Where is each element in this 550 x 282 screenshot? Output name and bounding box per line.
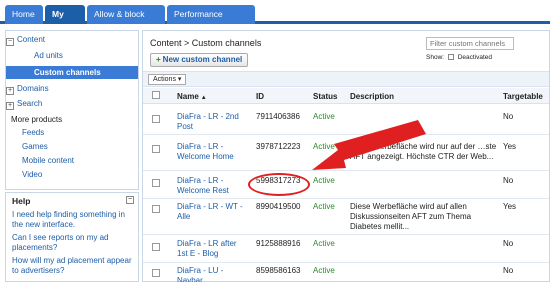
row-checkbox[interactable]: [152, 179, 160, 187]
row-checkbox[interactable]: [152, 243, 160, 251]
actions-toolbar: Actions ▾: [143, 71, 549, 87]
column-header-name[interactable]: Name ▲: [177, 92, 207, 101]
actions-dropdown[interactable]: Actions ▾: [148, 74, 187, 85]
channel-name-link[interactable]: DiaFra - LU - Navbar: [177, 266, 249, 282]
tab-my-ads[interactable]: My ads: [45, 5, 85, 38]
row-checkbox[interactable]: [152, 205, 160, 213]
tab-home[interactable]: Home: [5, 5, 43, 24]
channel-name-link[interactable]: DiaFra - LR - Welcome Home: [177, 142, 249, 162]
table-header: Name ▲ ID Status Description Targetable: [143, 88, 549, 104]
sidebar-item-label: Search: [17, 99, 43, 108]
deactivated-label: Deactivated: [457, 54, 493, 61]
sidebar-item-ad-units[interactable]: Ad units: [6, 49, 138, 62]
sidebar-item-label: Content: [17, 35, 46, 44]
channel-id: 8598586163: [256, 266, 301, 275]
targetable-value: Yes: [503, 142, 517, 151]
table-row: DiaFra - LU - Navbar 8598586163 Active N…: [143, 263, 549, 282]
channel-name-link[interactable]: DiaFra - LR - WT - Alle: [177, 202, 249, 222]
sidebar-item-content[interactable]: − Content: [6, 33, 138, 46]
sidebar-item-search[interactable]: + Search: [6, 97, 138, 110]
breadcrumb: Content > Custom channels: [150, 38, 262, 48]
annotation-arrow-icon: [312, 120, 426, 170]
collapse-icon[interactable]: −: [6, 38, 14, 46]
sidebar-item-label: Domains: [17, 84, 49, 93]
row-checkbox[interactable]: [152, 269, 160, 277]
expand-icon[interactable]: +: [6, 102, 14, 110]
column-header-targetable[interactable]: Targetable: [503, 92, 543, 101]
sidebar: − Content Ad units Custom channels + Domai…: [5, 30, 139, 190]
collapse-icon[interactable]: −: [126, 196, 134, 204]
row-checkbox[interactable]: [152, 115, 160, 123]
sidebar-item-feeds[interactable]: Feeds: [6, 126, 138, 139]
expand-icon[interactable]: +: [6, 87, 14, 95]
channel-id: 9125888916: [256, 239, 301, 248]
deactivated-checkbox[interactable]: [447, 54, 454, 60]
channel-name-link[interactable]: DiaFra - LR after 1st E - Blog: [177, 239, 249, 259]
sidebar-item-mobile-content[interactable]: Mobile content: [6, 154, 138, 167]
filter-input[interactable]: [426, 37, 514, 50]
channel-id: 7911406386: [256, 112, 300, 121]
channel-description: Diese Werbefläche wird auf allen Diskuss…: [350, 202, 472, 231]
channel-id: 8990419500: [256, 202, 301, 211]
targetable-value: No: [503, 176, 514, 185]
plus-icon: +: [156, 55, 161, 64]
table-row: DiaFra - LR - WT - Alle 8990419500 Activ…: [143, 199, 549, 235]
tab-allow-block-ads[interactable]: Allow & block ads: [87, 5, 165, 38]
select-all-checkbox[interactable]: [152, 91, 160, 99]
show-deactivated: Show: Deactivated: [426, 54, 492, 61]
help-link[interactable]: How will my ad placement appear to adver…: [12, 256, 138, 276]
help-title: Help: [12, 196, 31, 206]
column-header-description[interactable]: Description: [350, 92, 394, 101]
channel-id: 3978712223: [256, 142, 301, 151]
targetable-value: No: [503, 266, 514, 275]
targetable-value: No: [503, 239, 514, 248]
targetable-value: Yes: [503, 202, 517, 211]
column-header-status[interactable]: Status: [313, 92, 337, 101]
sidebar-item-video[interactable]: Video: [6, 168, 138, 181]
sidebar-item-domains[interactable]: + Domains: [6, 82, 138, 95]
column-label: Name: [177, 92, 199, 101]
targetable-value: No: [503, 112, 514, 121]
status-text: Active: [313, 202, 335, 211]
status-text: Active: [313, 239, 335, 248]
tab-performance-reports[interactable]: Performance reports: [167, 5, 255, 38]
help-panel: Help − I need help finding something in …: [5, 192, 139, 282]
table-row: DiaFra - LR after 1st E - Blog 912588891…: [143, 235, 549, 263]
more-products-heading: More products: [11, 115, 63, 124]
sort-ascending-icon: ▲: [200, 95, 207, 101]
channel-name-link[interactable]: DiaFra - LR - Welcome Rest: [177, 176, 249, 196]
top-nav: Home My ads Allow & block ads Performanc…: [0, 0, 550, 38]
row-checkbox[interactable]: [152, 145, 160, 153]
help-link[interactable]: Can I see reports on my ad placements?: [12, 233, 138, 253]
new-button-label: New custom channel: [162, 55, 243, 64]
channel-name-link[interactable]: DiaFra - LR - 2nd Post: [177, 112, 249, 132]
show-label: Show:: [426, 54, 445, 61]
help-link[interactable]: I need help finding something in the new…: [12, 210, 138, 230]
sidebar-item-custom-channels[interactable]: Custom channels: [6, 66, 138, 79]
status-text: Active: [313, 266, 335, 275]
column-header-id[interactable]: ID: [256, 92, 264, 101]
new-custom-channel-button[interactable]: + New custom channel: [150, 53, 249, 67]
sidebar-item-games[interactable]: Games: [6, 140, 138, 153]
